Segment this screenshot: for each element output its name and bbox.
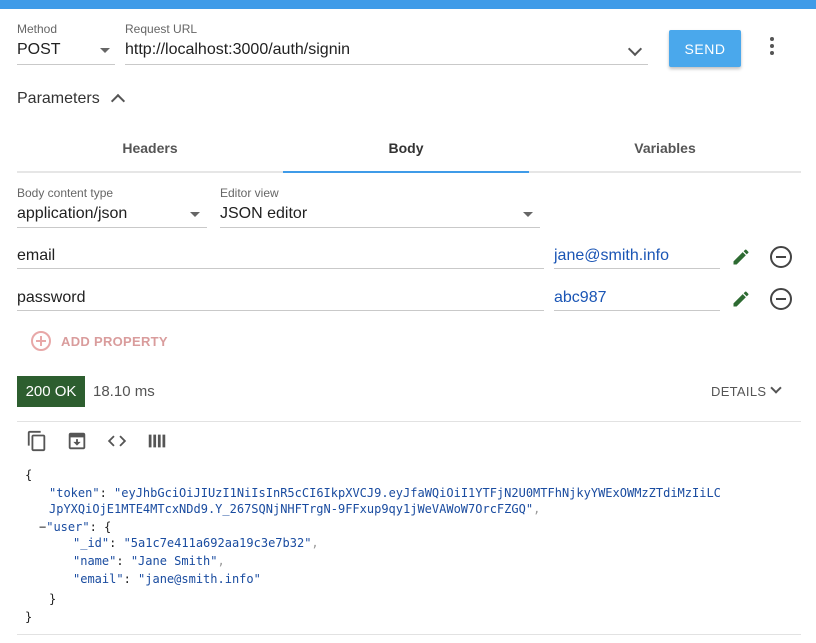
json-brace: } <box>25 610 33 624</box>
json-key: "_id" <box>73 536 110 550</box>
send-button[interactable]: SEND <box>669 30 741 67</box>
property-name-email[interactable]: email <box>17 247 55 265</box>
tab-variables[interactable]: Variables <box>529 140 801 156</box>
code-view-icon[interactable] <box>106 430 128 452</box>
content-type-underline <box>17 227 207 228</box>
add-circle-icon <box>31 331 51 351</box>
content-type-label: Body content type <box>17 186 114 200</box>
method-underline <box>17 64 115 65</box>
edit-pencil-icon[interactable] <box>731 289 751 309</box>
json-brace: { <box>25 468 33 482</box>
url-underline <box>125 64 648 65</box>
remove-property-icon[interactable] <box>770 246 792 268</box>
property-value-underline <box>554 310 720 311</box>
editor-view-dropdown-icon[interactable] <box>523 212 533 217</box>
json-brace: { <box>104 520 112 534</box>
property-value-password[interactable]: abc987 <box>554 289 607 307</box>
details-chevron-icon[interactable] <box>770 382 782 394</box>
method-select[interactable]: POST <box>17 41 61 59</box>
columns-icon[interactable] <box>146 430 168 452</box>
json-string: "5a1c7e411a692aa19c3e7b32" <box>123 536 312 550</box>
property-value-email[interactable]: jane@smith.info <box>554 247 669 265</box>
copy-icon[interactable] <box>26 430 48 452</box>
download-icon[interactable] <box>66 430 88 452</box>
property-name-underline <box>17 268 544 269</box>
json-key: "user" <box>46 520 90 534</box>
edit-pencil-icon[interactable] <box>731 247 751 267</box>
property-name-password[interactable]: password <box>17 289 85 307</box>
json-key: "email" <box>73 572 124 586</box>
json-string: "jane@smith.info" <box>138 572 261 586</box>
json-string: "Jane Smith" <box>130 554 218 568</box>
active-tab-indicator <box>283 171 529 173</box>
property-name-underline <box>17 310 544 311</box>
editor-view-select[interactable]: JSON editor <box>220 205 307 223</box>
method-dropdown-icon[interactable] <box>100 48 110 53</box>
url-label: Request URL <box>125 22 198 36</box>
property-value-underline <box>554 268 720 269</box>
add-property-label: ADD PROPERTY <box>61 333 168 349</box>
url-input[interactable]: http://localhost:3000/auth/signin <box>125 41 350 59</box>
collapse-chevron-icon[interactable] <box>110 93 126 109</box>
details-button[interactable]: DETAILS <box>711 384 766 399</box>
json-string: "eyJhbGciOiJIUzI1NiIsInR5cCI6IkpXVCJ9.ey… <box>114 486 721 500</box>
parameters-title[interactable]: Parameters <box>17 90 100 108</box>
json-key: "token" <box>49 486 100 500</box>
tab-headers[interactable]: Headers <box>17 140 283 156</box>
json-string: JpYXQiOjE1MTE4MTcxNDd9.Y_267SQNjNHFTrgN-… <box>49 502 534 516</box>
editor-view-label: Editor view <box>220 186 279 200</box>
response-divider <box>17 421 801 422</box>
method-label: Method <box>17 22 58 36</box>
status-badge: 200 OK <box>17 376 85 407</box>
url-history-chevron-icon[interactable] <box>627 41 643 57</box>
bottom-divider <box>17 634 801 635</box>
tab-body[interactable]: Body <box>283 140 529 156</box>
add-property-button[interactable]: ADD PROPERTY <box>31 331 168 351</box>
editor-view-underline <box>220 227 540 228</box>
content-type-dropdown-icon[interactable] <box>190 212 200 217</box>
response-timing: 18.10 ms <box>93 383 155 400</box>
more-options-icon[interactable] <box>766 37 778 59</box>
json-key: "name" <box>73 554 117 568</box>
top-accent-bar <box>0 0 816 9</box>
remove-property-icon[interactable] <box>770 288 792 310</box>
json-brace: } <box>49 592 57 606</box>
json-response-view: { "token": "eyJhbGciOiJIUzI1NiIsInR5cCI6… <box>25 468 721 624</box>
content-type-select[interactable]: application/json <box>17 205 127 223</box>
